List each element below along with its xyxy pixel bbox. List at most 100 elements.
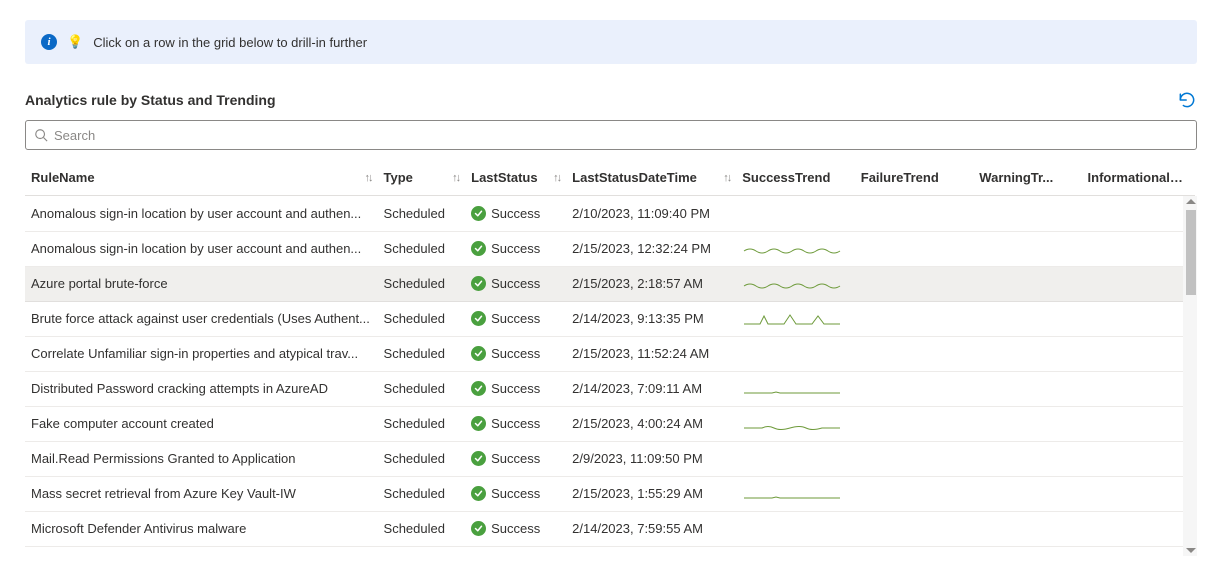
cell-status: Success [465,406,566,441]
cell-failure-trend [855,266,974,301]
cell-rule-name: Anomalous sign-in location by user accou… [25,231,378,266]
sparkline [742,486,842,502]
cell-type: Scheduled [378,301,466,336]
col-header-date[interactable]: LastStatusDateTime↑↓ [566,160,736,196]
col-header-informational-trend[interactable]: InformationalTr... [1082,160,1195,196]
table-row[interactable]: Mass secret retrieval from Azure Key Vau… [25,476,1195,511]
cell-type: Scheduled [378,266,466,301]
table-row[interactable]: Brute force attack against user credenti… [25,301,1195,336]
analytics-table: RuleName↑↓ Type↑↓ LastStatus↑↓ LastStatu… [25,160,1195,196]
cell-informational-trend [1082,266,1195,301]
table-row[interactable]: Anomalous sign-in location by user accou… [25,196,1195,231]
cell-rule-name: Correlate Unfamiliar sign-in properties … [25,336,378,371]
search-icon [34,128,48,142]
cell-type: Scheduled [378,336,466,371]
cell-type: Scheduled [378,441,466,476]
cell-informational-trend [1082,406,1195,441]
cell-failure-trend [855,406,974,441]
cell-rule-name: Anomalous sign-in location by user accou… [25,196,378,231]
cell-status: Success [465,441,566,476]
cell-type: Scheduled [378,511,466,546]
sort-icon: ↑↓ [553,172,560,184]
cell-success-trend [736,406,855,441]
scroll-down-icon[interactable] [1186,548,1196,553]
cell-type: Scheduled [378,231,466,266]
cell-date: 2/9/2023, 11:09:50 PM [566,441,736,476]
sort-icon: ↑↓ [452,172,459,184]
col-header-type[interactable]: Type↑↓ [378,160,466,196]
cell-warning-trend [973,301,1081,336]
cell-warning-trend [973,511,1081,546]
cell-success-trend [736,371,855,406]
cell-success-trend [736,546,855,556]
table-row[interactable]: Distributed Password cracking attempts i… [25,371,1195,406]
success-icon [471,381,486,396]
scrollbar[interactable] [1183,196,1197,556]
cell-success-trend [736,476,855,511]
cell-rule-name: Brute force attack against user credenti… [25,301,378,336]
cell-failure-trend [855,371,974,406]
cell-date: 2/15/2023, 2:18:57 AM [566,266,736,301]
cell-status: Success [465,266,566,301]
undo-icon[interactable] [1177,90,1197,110]
cell-success-trend [736,196,855,231]
success-icon [471,276,486,291]
cell-date: 2/15/2023, 12:32:24 PM [566,231,736,266]
cell-date: 2/15/2023, 4:00:24 AM [566,406,736,441]
lightbulb-icon: 💡 [67,34,83,50]
table-row[interactable]: Anomalous sign-in location by user accou… [25,231,1195,266]
scroll-up-icon[interactable] [1186,199,1196,204]
cell-warning-trend [973,266,1081,301]
cell-status: Success [465,336,566,371]
cell-status: Success [465,511,566,546]
cell-failure-trend [855,511,974,546]
cell-informational-trend [1082,546,1195,556]
status-label: Success [491,311,540,326]
cell-date: 2/15/2023, 1:55:29 AM [566,476,736,511]
col-header-status[interactable]: LastStatus↑↓ [465,160,566,196]
search-input[interactable] [54,128,1188,143]
cell-rule-name: Azure portal brute-force [25,266,378,301]
col-header-warning-trend[interactable]: WarningTr... [973,160,1081,196]
status-label: Success [491,381,540,396]
section-title: Analytics rule by Status and Trending [25,92,276,108]
scrollbar-thumb[interactable] [1186,210,1196,295]
table-container: RuleName↑↓ Type↑↓ LastStatus↑↓ LastStatu… [25,160,1197,556]
cell-informational-trend [1082,511,1195,546]
cell-warning-trend [973,231,1081,266]
cell-failure-trend [855,476,974,511]
table-row[interactable]: Microsoft Defender Antivirus malwareSche… [25,511,1195,546]
table-row[interactable]: Fake computer account createdScheduled Su… [25,406,1195,441]
cell-type: Scheduled [378,196,466,231]
table-row[interactable]: Azure portal brute-forceScheduledSuccess… [25,266,1195,301]
col-header-failure-trend[interactable]: FailureTrend [855,160,974,196]
table-row[interactable]: Correlate Unfamiliar sign-in properties … [25,336,1195,371]
cell-failure-trend [855,231,974,266]
cell-date: 2/15/2023, 11:52:24 AM [566,336,736,371]
status-label: Success [491,416,540,431]
search-box[interactable] [25,120,1197,150]
success-icon [471,416,486,431]
table-row[interactable]: Mail.Read Permissions Granted to Applica… [25,441,1195,476]
cell-status: Success [465,196,566,231]
col-header-success-trend[interactable]: SuccessTrend [736,160,855,196]
cell-type: Scheduled [378,546,466,556]
success-icon [471,521,486,536]
cell-type: Scheduled [378,406,466,441]
cell-date: 2/14/2023, 9:13:35 PM [566,301,736,336]
table-row[interactable]: Multiple Password Reset by userScheduled… [25,546,1195,556]
cell-informational-trend [1082,476,1195,511]
cell-rule-name: Mail.Read Permissions Granted to Applica… [25,441,378,476]
cell-informational-trend [1082,441,1195,476]
cell-rule-name: Fake computer account created [25,406,378,441]
cell-warning-trend [973,441,1081,476]
sparkline [742,276,842,292]
success-icon [471,241,486,256]
cell-rule-name: Mass secret retrieval from Azure Key Vau… [25,476,378,511]
cell-status: Success [465,546,566,556]
cell-status: Success [465,371,566,406]
cell-warning-trend [973,336,1081,371]
cell-date: 2/14/2023, 7:59:55 AM [566,511,736,546]
cell-rule-name: Distributed Password cracking attempts i… [25,371,378,406]
col-header-name[interactable]: RuleName↑↓ [25,160,378,196]
